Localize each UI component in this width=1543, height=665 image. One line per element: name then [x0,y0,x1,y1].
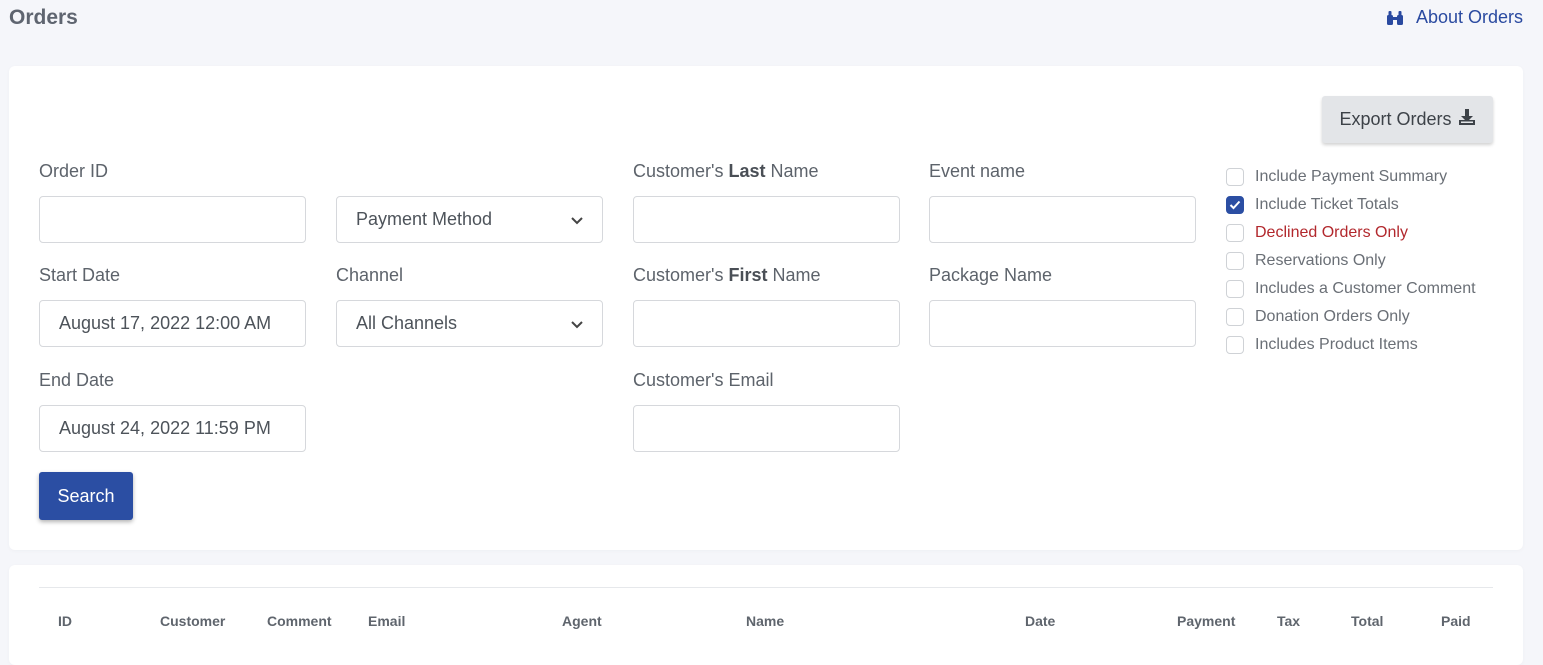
table-divider [39,587,1493,588]
option-label: Include Payment Summary [1255,168,1448,185]
payment-method-value: Payment Method [356,209,493,229]
column-header-comment[interactable]: Comment [267,613,332,629]
checkmark-icon [1229,200,1241,210]
channel-select[interactable]: All Channels [336,300,603,347]
order-id-label: Order ID [39,161,109,181]
column-header-email[interactable]: Email [368,613,405,629]
option-label: Reservations Only [1255,252,1386,269]
end-date-value: August 24, 2022 11:59 PM [59,418,271,438]
order-id-input[interactable] [39,196,306,243]
chevron-down-icon [571,209,583,230]
page-title: Orders [9,6,78,29]
email-input[interactable] [633,405,900,452]
checkbox-checked[interactable] [1226,196,1244,214]
payment-method-select[interactable]: Payment Method [336,196,603,243]
option-includes-customer-comment[interactable]: Includes a Customer Comment [1226,275,1476,303]
column-header-total[interactable]: Total [1351,613,1383,629]
channel-value: All Channels [356,313,458,333]
last-name-label: Customer's Last Name [633,161,819,181]
binoculars-icon [1386,10,1404,26]
filter-panel: Export Orders Order ID Start Date August… [9,66,1523,550]
column-header-customer[interactable]: Customer [160,613,225,629]
option-label: Includes Product Items [1255,336,1418,353]
column-header-id[interactable]: ID [58,613,72,629]
email-label: Customer's Email [633,370,774,390]
about-orders-link[interactable]: About Orders [1386,7,1523,28]
start-date-label: Start Date [39,265,121,285]
option-donation-orders-only[interactable]: Donation Orders Only [1226,303,1476,331]
search-button[interactable]: Search [39,472,133,520]
start-date-input[interactable]: August 17, 2022 12:00 AM [39,300,306,347]
column-header-agent[interactable]: Agent [562,613,602,629]
column-header-payment[interactable]: Payment [1177,613,1235,629]
event-name-input[interactable] [929,196,1196,243]
checkbox[interactable] [1226,280,1244,298]
option-includes-product-items[interactable]: Includes Product Items [1226,331,1476,359]
channel-label: Channel [336,265,404,285]
option-reservations-only[interactable]: Reservations Only [1226,247,1476,275]
checkbox[interactable] [1226,224,1244,242]
end-date-label: End Date [39,370,115,390]
download-icon [1458,108,1476,131]
start-date-value: August 17, 2022 12:00 AM [59,313,272,333]
column-header-paid[interactable]: Paid [1441,613,1471,629]
option-include-payment-summary[interactable]: Include Payment Summary [1226,163,1476,191]
option-label: Donation Orders Only [1255,308,1410,325]
option-label: Declined Orders Only [1255,224,1408,241]
export-orders-button[interactable]: Export Orders [1322,96,1493,143]
option-label: Include Ticket Totals [1255,196,1399,213]
column-header-name[interactable]: Name [746,613,784,629]
checkbox[interactable] [1226,336,1244,354]
checkbox[interactable] [1226,308,1244,326]
checkbox[interactable] [1226,252,1244,270]
options-list: Include Payment Summary Include Ticket T… [1226,163,1476,359]
first-name-label: Customer's First Name [633,265,821,285]
option-label: Includes a Customer Comment [1255,280,1476,297]
end-date-input[interactable]: August 24, 2022 11:59 PM [39,405,306,452]
package-name-label: Package Name [929,265,1053,285]
export-orders-label: Export Orders [1339,109,1452,129]
chevron-down-icon [571,313,583,334]
last-name-input[interactable] [633,196,900,243]
checkbox[interactable] [1226,168,1244,186]
option-declined-orders-only[interactable]: Declined Orders Only [1226,219,1476,247]
orders-table: ID Customer Comment Email Agent Name Dat… [9,565,1523,665]
about-orders-label: About Orders [1415,7,1523,27]
event-name-label: Event name [929,161,1026,181]
package-name-input[interactable] [929,300,1196,347]
column-header-tax[interactable]: Tax [1277,613,1300,629]
first-name-input[interactable] [633,300,900,347]
option-include-ticket-totals[interactable]: Include Ticket Totals [1226,191,1476,219]
column-header-date[interactable]: Date [1025,613,1055,629]
